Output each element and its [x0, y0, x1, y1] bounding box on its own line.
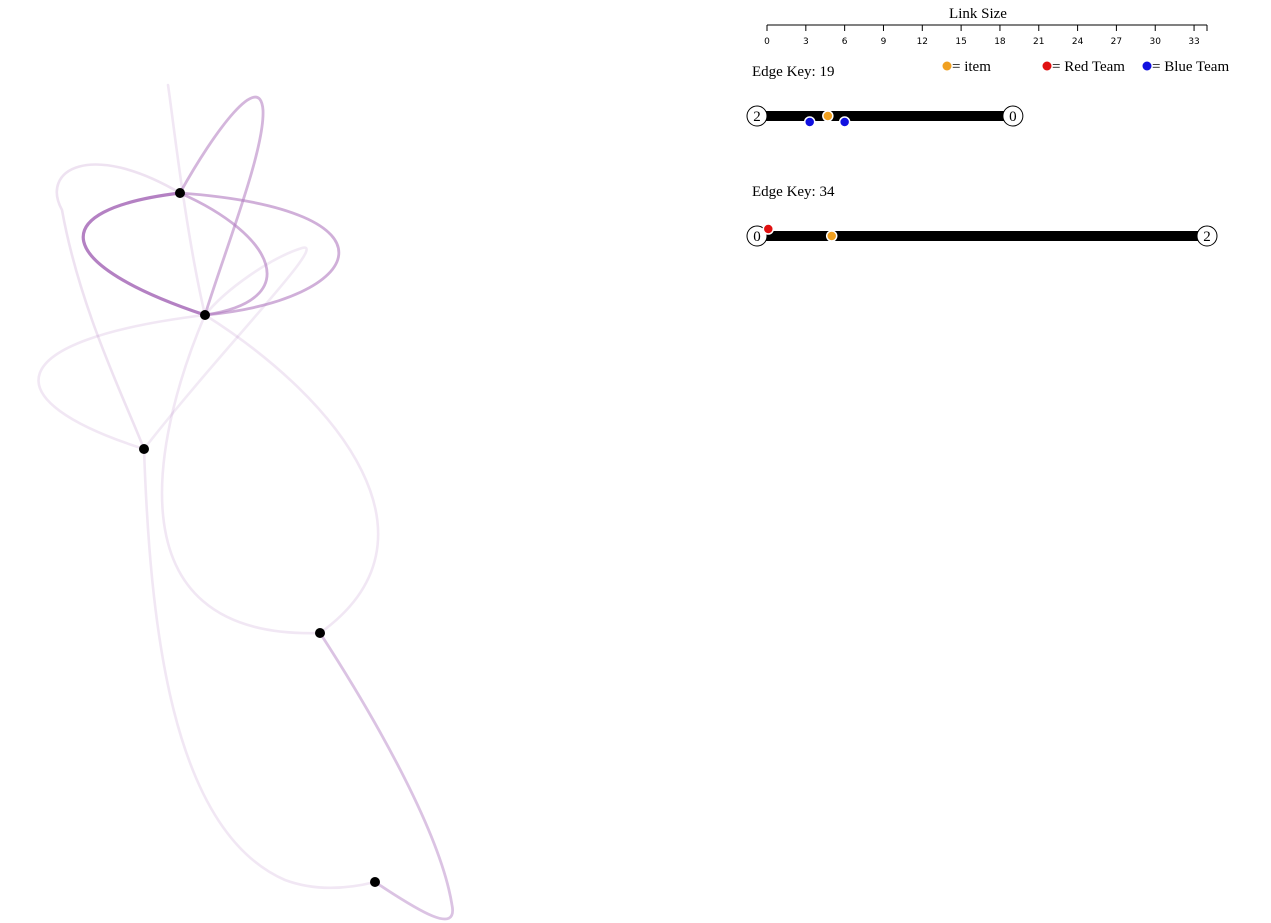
item-marker[interactable] — [822, 110, 834, 122]
edge-end-label: 2 — [1203, 229, 1211, 245]
edge-bar[interactable] — [757, 231, 1207, 241]
blue-team-dot-icon — [1142, 61, 1152, 71]
graph-node[interactable] — [315, 628, 325, 638]
scale-tick-label: 24 — [1072, 37, 1084, 47]
legend-label-item: = item — [952, 59, 991, 75]
scale-tick-label: 6 — [842, 37, 848, 47]
edge-end-node[interactable]: 0 — [1002, 105, 1024, 127]
graph-node[interactable] — [139, 444, 149, 454]
blue-marker[interactable] — [838, 116, 851, 128]
graph-link[interactable] — [142, 246, 308, 451]
edge-start-label: 0 — [753, 229, 761, 245]
graph-links — [37, 83, 454, 921]
graph-link[interactable] — [142, 447, 377, 890]
scale-tick-label: 9 — [881, 37, 887, 47]
graph-link[interactable] — [203, 313, 380, 635]
edge-end-label: 0 — [1009, 109, 1017, 125]
graph-link[interactable] — [160, 313, 322, 635]
legend-label-red-team: = Red Team — [1052, 59, 1125, 75]
graph-link[interactable] — [166, 83, 207, 317]
edge-end-node[interactable]: 2 — [1196, 225, 1218, 247]
legend-item-red-team: = Red Team — [1042, 59, 1125, 75]
scale-tick-label: 3 — [803, 37, 809, 47]
graph-node[interactable] — [200, 310, 210, 320]
visualization-canvas: Link Size 0 3 6 9 12 15 18 21 24 27 30 33 = item = … — [37, 6, 1229, 921]
scale-tick-label: 0 — [764, 37, 770, 47]
scale-tick-label: 15 — [955, 37, 966, 47]
item-dot-icon — [942, 61, 952, 71]
edge-title: Edge Key: 19 — [752, 64, 834, 80]
graph-link[interactable] — [178, 95, 265, 317]
network-graph — [37, 83, 454, 921]
red-team-dot-icon — [1042, 61, 1052, 71]
legend-label-blue-team: = Blue Team — [1152, 59, 1229, 75]
legend-item-item: = item — [942, 59, 991, 75]
edge-detail-34: Edge Key: 34 0 2 — [746, 184, 1218, 247]
scale-tick-label: 12 — [917, 37, 928, 47]
legend-item-blue-team: = Blue Team — [1142, 59, 1229, 75]
scale-tick-label: 18 — [994, 37, 1006, 47]
edge-bar[interactable] — [757, 111, 1013, 121]
red-marker[interactable] — [762, 223, 775, 235]
blue-marker[interactable] — [803, 116, 816, 128]
graph-node[interactable] — [175, 188, 185, 198]
graph-link[interactable] — [178, 191, 341, 317]
scale-ticks: 0 3 6 9 12 15 18 21 24 27 30 33 — [764, 25, 1208, 47]
edge-title: Edge Key: 34 — [752, 184, 835, 200]
scale-title: Link Size — [949, 6, 1007, 22]
legend: = item = Red Team = Blue Team — [942, 59, 1229, 75]
item-marker[interactable] — [825, 230, 838, 242]
edge-start-label: 2 — [753, 109, 761, 125]
graph-link[interactable] — [318, 631, 454, 921]
scale-tick-label: 30 — [1150, 37, 1162, 47]
edge-start-node[interactable]: 2 — [746, 105, 768, 127]
scale-tick-label: 21 — [1033, 37, 1044, 47]
scale-tick-label: 27 — [1111, 37, 1122, 47]
scale-tick-label: 33 — [1188, 37, 1199, 47]
link-size-scale: Link Size 0 3 6 9 12 15 18 21 24 27 30 33 — [764, 6, 1208, 47]
graph-node[interactable] — [370, 877, 380, 887]
